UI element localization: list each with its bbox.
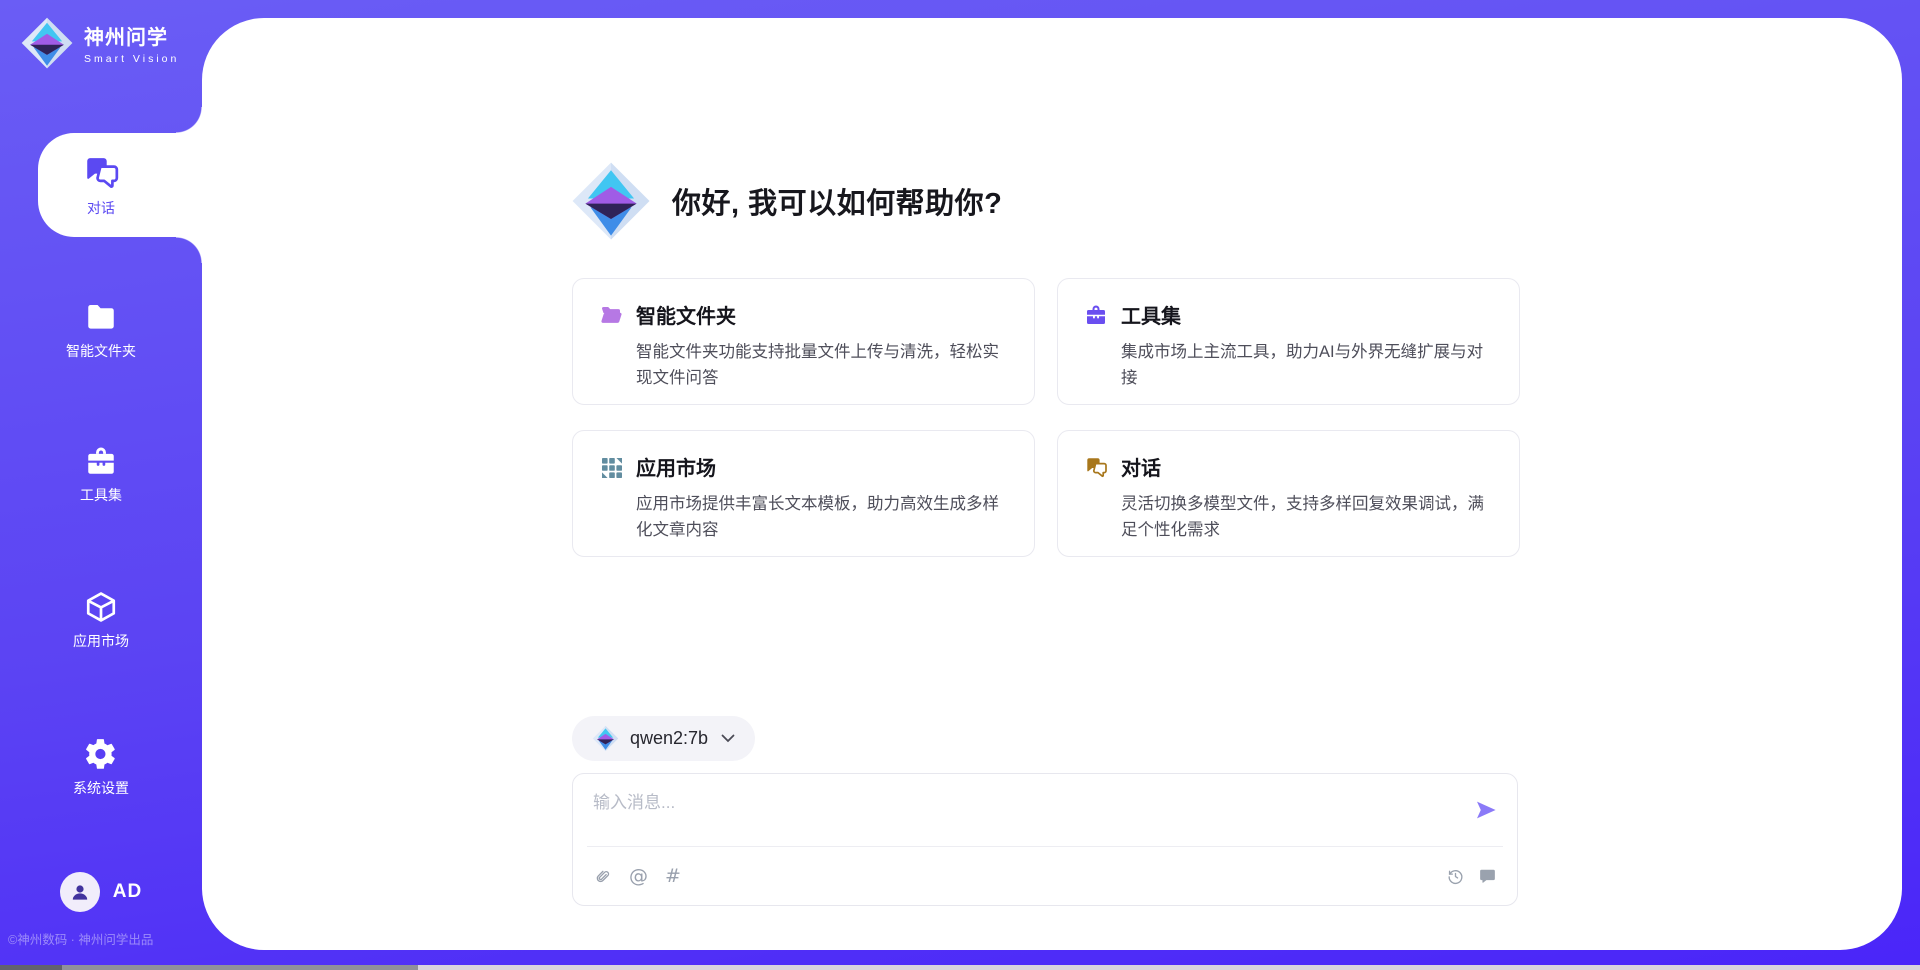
person-icon (68, 880, 92, 904)
card-title: 智能文件夹 (636, 300, 736, 329)
sidebar-item-label: 工具集 (80, 485, 122, 505)
sidebar-item-label: 应用市场 (73, 631, 129, 651)
grid-icon (599, 455, 623, 479)
composer-tools-left: @ # (593, 867, 681, 886)
card-description: 智能文件夹功能支持批量文件上传与清洗，轻松实现文件问答 (636, 339, 1008, 391)
message-icon (1478, 867, 1497, 886)
greeting-text: 你好, 我可以如何帮助你? (672, 180, 1002, 222)
message-input[interactable] (593, 788, 1443, 840)
topic-icon: # (665, 867, 681, 886)
history-icon (1446, 867, 1465, 886)
toolbox-icon (84, 444, 118, 478)
card-description: 应用市场提供丰富长文本模板，助力高效生成多样化文章内容 (636, 491, 1008, 543)
sidebar-item-app-market[interactable]: 应用市场 (0, 580, 202, 660)
brand-subtitle: Smart Vision (84, 53, 179, 65)
brand-name: 神州问学 (84, 21, 179, 50)
history-button[interactable] (1446, 867, 1465, 886)
sidebar: 神州问学 Smart Vision 对话 智能文件夹 工具集 (0, 0, 202, 970)
card-title: 工具集 (1121, 300, 1181, 329)
mention-icon: @ (629, 867, 648, 886)
card-title: 对话 (1121, 452, 1161, 481)
sidebar-item-toolset[interactable]: 工具集 (0, 434, 202, 514)
horizontal-scrollbar (0, 965, 1920, 970)
paperclip-icon (593, 867, 612, 886)
card-description: 灵活切换多模型文件，支持多样回复效果调试，满足个性化需求 (1121, 491, 1493, 543)
brand-diamond-icon (570, 160, 652, 242)
message-composer: @ # (572, 773, 1518, 906)
card-chat[interactable]: 对话 灵活切换多模型文件，支持多样回复效果调试，满足个性化需求 (1057, 430, 1520, 557)
composer-tools-right (1446, 867, 1497, 886)
sidebar-item-settings[interactable]: 系统设置 (0, 727, 202, 807)
chat-icon (1084, 455, 1108, 479)
mention-button[interactable]: @ (629, 867, 648, 886)
scrollbar-corner (0, 965, 62, 970)
feature-cards: 智能文件夹 智能文件夹功能支持批量文件上传与清洗，轻松实现文件问答 工具集 集成… (572, 278, 1520, 557)
chevron-down-icon (721, 734, 735, 743)
card-app-market[interactable]: 应用市场 应用市场提供丰富长文本模板，助力高效生成多样化文章内容 (572, 430, 1035, 557)
chat-icon (82, 153, 120, 191)
composer-toolbar: @ # (593, 847, 1497, 905)
attach-file-button[interactable] (593, 867, 612, 886)
message-panel-button[interactable] (1478, 867, 1497, 886)
sidebar-item-chat[interactable]: 对话 (0, 133, 202, 237)
gear-icon (84, 737, 118, 771)
card-toolset[interactable]: 工具集 集成市场上主流工具，助力AI与外界无缝扩展与对接 (1057, 278, 1520, 405)
brand-logo: 神州问学 Smart Vision (20, 16, 179, 70)
send-icon (1474, 798, 1498, 822)
folder-icon (84, 300, 118, 334)
card-title: 应用市场 (636, 452, 716, 481)
brand-diamond-icon (592, 725, 619, 752)
send-button[interactable] (1473, 798, 1499, 824)
user-profile[interactable]: AD (0, 868, 202, 916)
copyright-text: ©神州数码 · 神州问学出品 (8, 929, 198, 948)
sidebar-item-label: 智能文件夹 (66, 341, 136, 361)
sidebar-item-label: 系统设置 (73, 778, 129, 798)
card-smart-folder[interactable]: 智能文件夹 智能文件夹功能支持批量文件上传与清洗，轻松实现文件问答 (572, 278, 1035, 405)
toolbox-icon (1084, 303, 1108, 327)
sidebar-item-label: 对话 (87, 198, 115, 218)
greeting: 你好, 我可以如何帮助你? (570, 160, 1002, 242)
topic-button[interactable]: # (665, 867, 681, 886)
scrollbar-thumb[interactable] (62, 965, 418, 970)
card-description: 集成市场上主流工具，助力AI与外界无缝扩展与对接 (1121, 339, 1493, 391)
avatar (60, 872, 100, 912)
brand-diamond-icon (20, 16, 74, 70)
model-name: qwen2:7b (630, 728, 708, 749)
user-initials: AD (113, 881, 142, 903)
model-selector[interactable]: qwen2:7b (572, 716, 755, 761)
open-folder-icon (599, 303, 623, 327)
cube-icon (84, 590, 118, 624)
sidebar-item-smart-folder[interactable]: 智能文件夹 (0, 290, 202, 370)
